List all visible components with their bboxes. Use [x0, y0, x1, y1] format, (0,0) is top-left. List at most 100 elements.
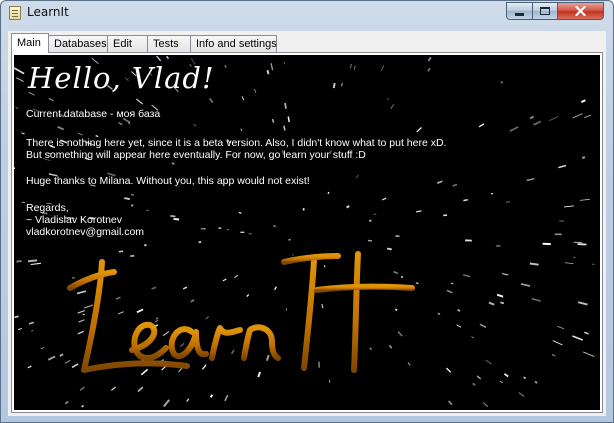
minimize-button[interactable] [506, 2, 533, 20]
star-streak [427, 56, 432, 62]
tab-main[interactable]: Main [11, 33, 49, 53]
star-streak [416, 210, 422, 213]
star-streak [332, 82, 336, 89]
star-streak [446, 367, 452, 373]
star-streak [456, 324, 462, 328]
star-streak [135, 98, 144, 105]
star-streak [509, 126, 519, 132]
star-streak [327, 191, 330, 195]
star-streak [241, 96, 245, 101]
star-streak [557, 326, 565, 330]
tab-strip: Main Databases Edit Tests Info and setti… [11, 33, 277, 53]
star-streak [173, 217, 180, 221]
star-streak [488, 301, 495, 306]
star-streak [381, 197, 387, 201]
star-streak [447, 400, 453, 406]
star-streak [503, 373, 509, 378]
tab-databases[interactable]: Databases [48, 35, 108, 53]
star-streak [380, 65, 385, 72]
star-streak [270, 63, 274, 71]
star-streak [14, 315, 19, 319]
star-streak [273, 225, 276, 227]
tab-info-and-settings[interactable]: Info and settings [190, 35, 277, 53]
star-streak [526, 177, 535, 182]
tab-tests[interactable]: Tests [147, 35, 191, 53]
thanks-text: Huge thanks to Milana. Without you, this… [26, 175, 310, 187]
star-streak [77, 132, 83, 136]
star-streak [534, 380, 538, 384]
star-streak [355, 174, 359, 179]
beta-note-text: There is nothing here yet, since it is a… [26, 137, 447, 149]
star-streak [208, 97, 214, 103]
star-streak [552, 340, 563, 346]
star-streak [564, 262, 574, 265]
star-streak [390, 103, 395, 110]
star-streak [224, 64, 227, 69]
maximize-icon [540, 7, 550, 15]
star-streak [17, 327, 22, 331]
greeting-heading: Hello, Vlad! [28, 61, 215, 95]
tab-edit[interactable]: Edit [107, 35, 148, 53]
star-streak [436, 180, 443, 185]
learnit-logo [67, 251, 415, 373]
star-streak [549, 116, 559, 122]
star-streak [27, 365, 32, 369]
star-streak [166, 55, 170, 60]
star-streak [572, 113, 583, 119]
minimize-icon [515, 12, 524, 16]
star-streak [373, 213, 377, 216]
star-streak [450, 282, 454, 285]
star-streak [416, 127, 422, 133]
star-streak [28, 259, 38, 263]
star-streak [81, 404, 84, 408]
star-streak [14, 167, 16, 170]
star-streak [463, 274, 471, 278]
star-streak [131, 194, 134, 196]
star-streak [446, 289, 453, 294]
star-streak [79, 386, 85, 391]
star-streak [523, 376, 527, 380]
star-streak [533, 120, 542, 126]
star-streak [478, 123, 485, 128]
maximize-button[interactable] [532, 2, 558, 20]
star-streak [118, 121, 123, 126]
current-database-label: Current database - моя база [26, 108, 161, 120]
star-streak [266, 69, 270, 75]
star-streak [16, 260, 22, 263]
star-streak [499, 380, 503, 384]
title-bar[interactable]: LearnIt [1, 1, 613, 25]
star-streak [283, 125, 286, 131]
star-streak [452, 183, 458, 187]
star-streak [209, 394, 214, 398]
star-streak [353, 65, 356, 70]
star-streak [48, 97, 54, 102]
star-streak [170, 215, 176, 218]
star-streak [111, 386, 116, 391]
client-area: Main Databases Edit Tests Info and setti… [8, 31, 606, 416]
star-streak [30, 262, 41, 266]
star-streak [472, 382, 476, 386]
star-streak [490, 192, 494, 195]
star-streak [193, 123, 197, 127]
app-icon [9, 6, 21, 20]
star-streak [577, 301, 588, 306]
star-streak [502, 273, 509, 276]
regards-text: Regards, [26, 202, 69, 214]
star-streak [471, 336, 474, 339]
star-streak [287, 116, 290, 123]
close-button[interactable] [557, 2, 604, 20]
eventually-note-text: But something will appear here eventuall… [26, 149, 366, 161]
star-streak [387, 97, 389, 101]
author-text: ~ Vladislav Korotnev [26, 214, 123, 226]
star-streak [496, 293, 504, 298]
star-streak [584, 114, 592, 119]
app-window: LearnIt Main Databases Edit Tests Info a… [0, 0, 614, 423]
star-streak [163, 399, 170, 408]
starfield-canvas: Hello, Vlad! Current database - моя база… [14, 55, 600, 410]
star-streak [253, 88, 257, 93]
star-streak [14, 67, 25, 75]
star-streak [563, 205, 574, 208]
star-streak [16, 77, 24, 83]
star-streak [31, 330, 34, 332]
star-streak [479, 323, 487, 329]
